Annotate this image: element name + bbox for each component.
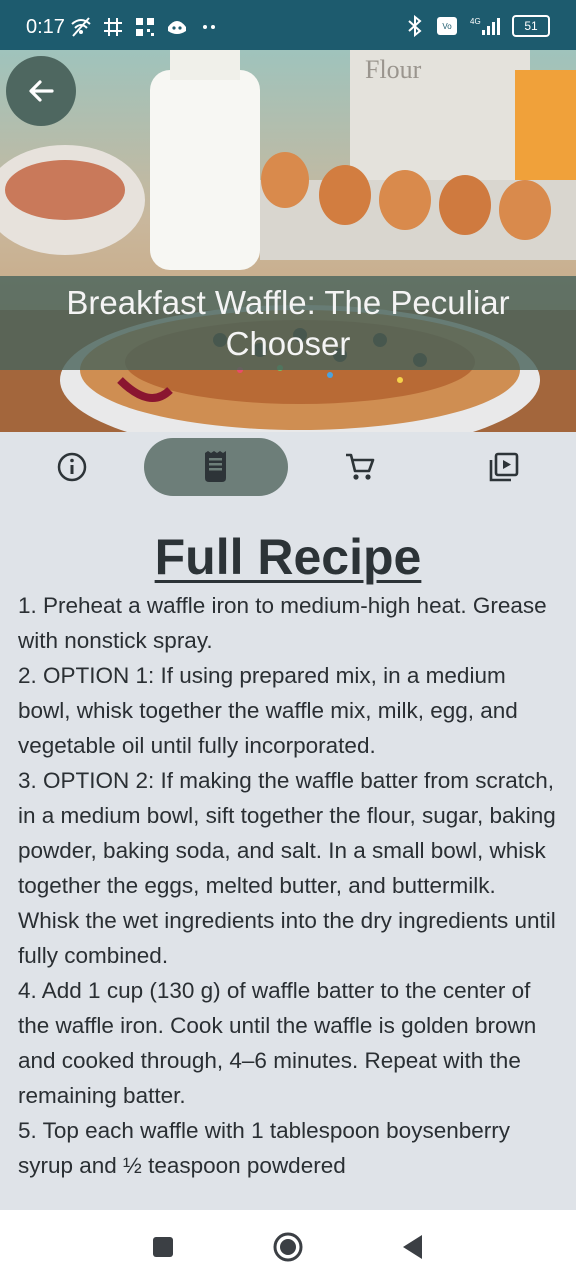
- tab-info[interactable]: [0, 438, 144, 496]
- recipe-heading-wrap: Full Recipe: [0, 528, 576, 586]
- circle-icon: [273, 1232, 303, 1262]
- signal-icon: 4G: [468, 15, 502, 37]
- nav-back-button[interactable]: [396, 1230, 430, 1264]
- recents-button[interactable]: [146, 1230, 180, 1264]
- tab-cart[interactable]: [288, 438, 432, 496]
- battery-indicator: 51: [512, 15, 550, 37]
- recipe-title: Breakfast Waffle: The Peculiar Chooser: [66, 284, 510, 362]
- volte-icon: Vo: [436, 15, 458, 37]
- tab-video[interactable]: [432, 438, 576, 496]
- status-time: 0:17: [26, 16, 65, 38]
- home-button[interactable]: [271, 1230, 305, 1264]
- tab-bar: [0, 432, 576, 502]
- hero-image: Flour Breakfast Waffle: The Peculiar Cho…: [0, 50, 576, 432]
- tab-recipe[interactable]: [144, 438, 288, 496]
- cart-icon: [346, 453, 375, 480]
- recipe-step: 4. Add 1 cup (130 g) of waffle batter to…: [18, 978, 537, 1108]
- more-dots-icon: [198, 16, 220, 38]
- arrow-left-icon: [29, 80, 54, 102]
- recipe-step: 5. Top each waffle with 1 tablespoon boy…: [18, 1118, 510, 1178]
- recipe-content[interactable]: Full Recipe 1. Preheat a waffle iron to …: [0, 502, 576, 1210]
- svg-text:Vo: Vo: [442, 22, 452, 31]
- network-type: 4G: [470, 17, 481, 26]
- triangle-back-icon: [403, 1235, 422, 1259]
- recipe-step: 1. Preheat a waffle iron to medium-high …: [18, 593, 547, 653]
- wifi-off-icon: [70, 16, 92, 38]
- bluetooth-icon: [404, 15, 426, 37]
- robot-icon: [166, 16, 188, 38]
- back-button[interactable]: [6, 56, 76, 126]
- recipe-title-band: Breakfast Waffle: The Peculiar Chooser: [0, 276, 576, 370]
- qr-icon: [134, 16, 156, 38]
- recipe-heading: Full Recipe: [154, 529, 422, 585]
- recipe-steps: 1. Preheat a waffle iron to medium-high …: [18, 588, 558, 1183]
- video-library-icon: [489, 452, 519, 482]
- grid-icon: [102, 16, 124, 38]
- info-icon: [57, 452, 87, 482]
- square-icon: [153, 1237, 173, 1257]
- svg-text:Flour: Flour: [365, 55, 422, 84]
- system-nav-bar: [0, 1210, 576, 1280]
- recipe-step: 3. OPTION 2: If making the waffle batter…: [18, 768, 556, 968]
- recipe-step: 2. OPTION 1: If using prepared mix, in a…: [18, 663, 518, 758]
- receipt-icon: [205, 451, 226, 482]
